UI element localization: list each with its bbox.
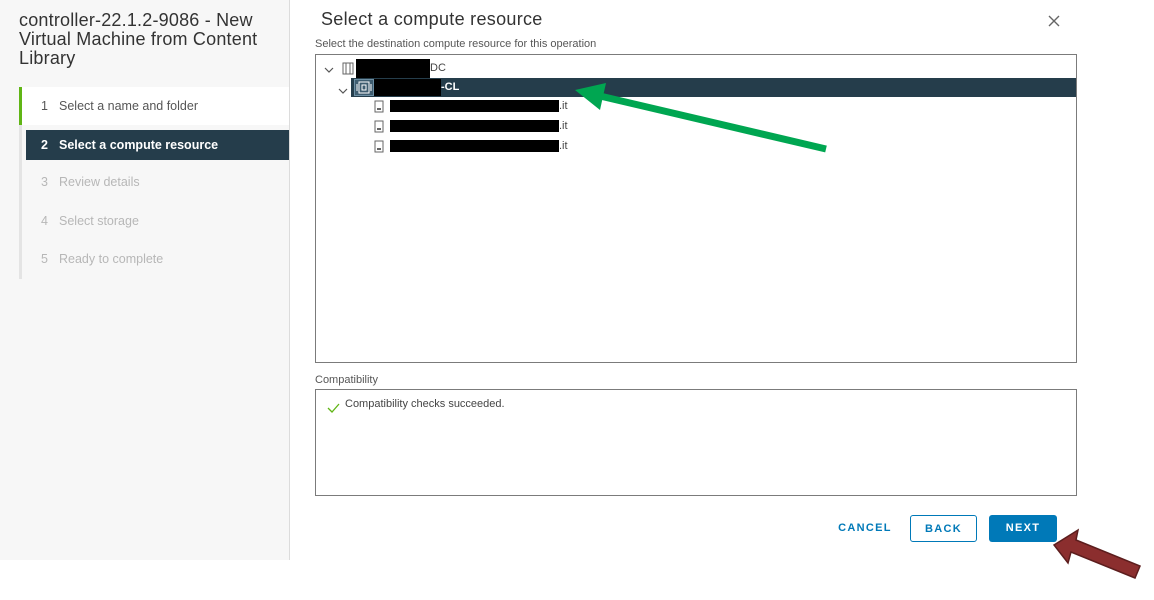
step-label: Review details xyxy=(59,175,140,189)
step-number: 1 xyxy=(41,99,48,113)
redacted-name xyxy=(390,120,559,132)
redacted-name xyxy=(390,140,559,152)
host-label: .it xyxy=(559,140,568,152)
step-label: Select storage xyxy=(59,213,139,228)
tree-node-host[interactable]: .it xyxy=(316,97,1076,116)
compatibility-message: Compatibility checks succeeded. xyxy=(345,398,505,410)
check-icon xyxy=(327,400,340,413)
host-icon xyxy=(373,120,385,133)
wizard-sidebar: controller-22.1.2-9086 - New Virtual Mac… xyxy=(0,0,290,560)
step-label: Select a name and folder xyxy=(59,99,198,113)
wizard-step-1[interactable]: 1 Select a name and folder xyxy=(19,87,289,125)
host-label: .it xyxy=(559,100,568,112)
compatibility-panel: Compatibility checks succeeded. xyxy=(315,389,1077,496)
datacenter-icon xyxy=(342,62,354,75)
step-label: Select a compute resource xyxy=(59,138,219,152)
compatibility-label: Compatibility xyxy=(315,374,378,386)
cluster-label: -CL xyxy=(441,81,460,93)
redacted-name xyxy=(356,59,430,78)
host-icon xyxy=(373,100,385,113)
tree-node-host[interactable]: .it xyxy=(316,137,1076,156)
tree-node-datacenter[interactable]: DC xyxy=(316,59,1076,78)
wizard-step-4: 4 Select storage xyxy=(19,207,289,236)
step-number: 4 xyxy=(41,213,48,228)
redacted-name xyxy=(390,100,559,112)
page-subtitle: Select the destination compute resource … xyxy=(315,38,597,50)
compute-resource-tree[interactable]: DC -CL .it .it .it xyxy=(315,54,1077,363)
wizard-step-2[interactable]: 2 Select a compute resource xyxy=(26,130,289,160)
chevron-down-icon[interactable] xyxy=(338,83,348,94)
back-button[interactable]: BACK xyxy=(910,515,977,542)
tree-node-host[interactable]: .it xyxy=(316,117,1076,136)
wizard-step-3: 3 Review details xyxy=(19,168,289,197)
host-label: .it xyxy=(559,120,568,132)
step-number: 2 xyxy=(41,138,48,152)
wizard-step-5: 5 Ready to complete xyxy=(19,245,289,274)
close-icon[interactable] xyxy=(1045,12,1063,30)
page-title: Select a compute resource xyxy=(321,9,543,29)
wizard-steps: 1 Select a name and folder 2 Select a comp… xyxy=(19,87,289,284)
tree-node-cluster[interactable]: -CL xyxy=(351,78,1076,97)
datacenter-label: DC xyxy=(430,62,446,74)
red-arrow-annotation xyxy=(1052,528,1141,579)
host-icon xyxy=(373,140,385,153)
next-button[interactable]: NEXT xyxy=(989,515,1057,542)
step-number: 5 xyxy=(41,252,48,266)
cluster-icon xyxy=(354,79,374,96)
step-number: 3 xyxy=(41,175,48,189)
cancel-button[interactable]: CANCEL xyxy=(831,515,899,542)
step-label: Ready to complete xyxy=(59,252,164,266)
chevron-down-icon[interactable] xyxy=(324,63,334,73)
redacted-name xyxy=(374,79,441,96)
wizard-title: controller-22.1.2-9086 - New Virtual Mac… xyxy=(19,10,258,68)
